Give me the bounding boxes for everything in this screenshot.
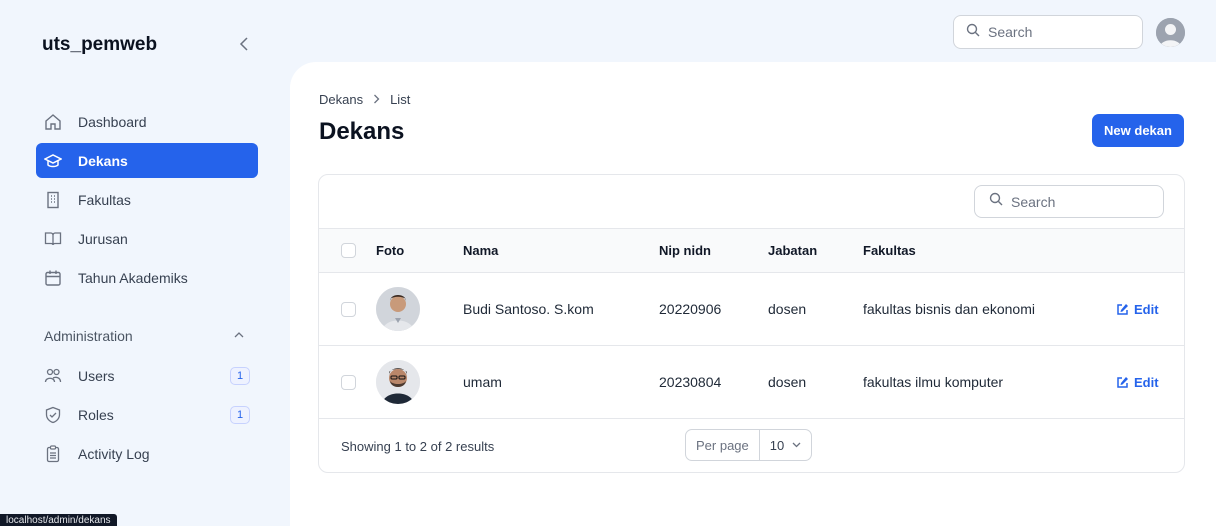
column-fakultas[interactable]: Fakultas [863, 229, 916, 272]
results-summary: Showing 1 to 2 of 2 results [341, 438, 495, 454]
per-page-value[interactable]: 10 [760, 438, 811, 453]
edit-icon [1116, 303, 1129, 316]
edit-label: Edit [1134, 374, 1159, 390]
sidebar-item-fakultas[interactable]: Fakultas [36, 182, 258, 217]
count-badge: 1 [230, 405, 250, 424]
building-icon [44, 191, 62, 209]
clipboard-icon [44, 444, 62, 463]
sidebar-item-label: Dashboard [78, 113, 147, 130]
row-checkbox[interactable] [341, 301, 356, 317]
sidebar-item-tahun-akademiks[interactable]: Tahun Akademiks [36, 260, 258, 295]
breadcrumb: Dekans List [319, 92, 410, 107]
cell-jabatan: dosen [768, 374, 807, 390]
sidebar-item-label: Users [78, 367, 115, 384]
global-search-input[interactable] [988, 24, 1128, 40]
status-bar-url: localhost/admin/dekans [0, 514, 117, 526]
table-search[interactable] [974, 185, 1164, 218]
count-badge: 1 [230, 366, 250, 385]
table-footer: Showing 1 to 2 of 2 results Per page 10 [319, 419, 1184, 472]
sidebar-item-roles[interactable]: Roles 1 [36, 397, 258, 432]
column-nip-nidn[interactable]: Nip nidn [659, 229, 711, 272]
breadcrumb-parent[interactable]: Dekans [319, 92, 363, 107]
user-avatar[interactable] [1156, 18, 1185, 47]
chevron-down-icon [792, 440, 801, 451]
select-all-checkbox[interactable] [341, 243, 356, 258]
sidebar-item-label: Jurusan [78, 230, 128, 247]
cell-fakultas: fakultas bisnis dan ekonomi [863, 301, 1035, 317]
sidebar-item-label: Activity Log [78, 445, 150, 462]
home-icon [44, 113, 62, 131]
sidebar-item-label: Dekans [78, 152, 128, 169]
per-page-value-text: 10 [769, 437, 785, 453]
new-dekan-button[interactable]: New dekan [1092, 114, 1184, 147]
users-icon [44, 367, 62, 385]
collapse-sidebar-icon[interactable] [236, 36, 252, 56]
dekan-photo [376, 287, 420, 331]
global-search[interactable] [953, 15, 1143, 49]
cell-nip-nidn: 20230804 [659, 374, 722, 390]
per-page-select[interactable]: Per page 10 [685, 429, 813, 461]
edit-label: Edit [1134, 301, 1159, 317]
chevron-up-icon[interactable] [234, 330, 244, 342]
sidebar-item-users[interactable]: Users 1 [36, 358, 258, 393]
column-jabatan[interactable]: Jabatan [768, 229, 817, 272]
edit-button[interactable]: Edit [1116, 302, 1159, 317]
sidebar-item-jurusan[interactable]: Jurusan [36, 221, 258, 256]
search-icon [966, 23, 980, 42]
cell-fakultas: fakultas ilmu komputer [863, 374, 1004, 390]
nav-group-administration[interactable]: Administration [44, 328, 133, 344]
sidebar-item-dekans[interactable]: Dekans [36, 143, 258, 178]
edit-button[interactable]: Edit [1116, 375, 1159, 390]
table-search-input[interactable] [1011, 193, 1151, 210]
column-nama[interactable]: Nama [463, 229, 498, 272]
cell-jabatan: dosen [768, 301, 807, 317]
per-page-label: Per page [686, 430, 760, 460]
table-toolbar [319, 175, 1184, 229]
search-icon [989, 192, 1003, 211]
book-icon [44, 230, 62, 248]
brand-name[interactable]: uts_pemweb [42, 34, 157, 56]
table-row[interactable]: Budi Santoso. S.kom 20220906 dosen fakul… [319, 273, 1184, 346]
column-foto: Foto [376, 243, 405, 258]
cell-nama: Budi Santoso. S.kom [463, 301, 594, 317]
sidebar-item-label: Tahun Akademiks [78, 269, 188, 286]
calendar-icon [44, 269, 62, 287]
chevron-right-icon [373, 93, 380, 107]
row-checkbox[interactable] [341, 374, 356, 390]
sidebar-item-activity-log[interactable]: Activity Log [36, 436, 258, 471]
table-header: Foto Nama Nip nidn Jabatan Fakultas [319, 229, 1184, 273]
sidebar-item-dashboard[interactable]: Dashboard [36, 104, 258, 139]
table-row[interactable]: umam 20230804 dosen fakultas ilmu komput… [319, 346, 1184, 419]
admin-nav: Users 1 Roles 1 Activity Log [36, 358, 258, 475]
sidebar-item-label: Roles [78, 406, 114, 423]
main-content: Dekans List Dekans New dekan Foto Nama N… [290, 62, 1216, 526]
dekans-table-card: Foto Nama Nip nidn Jabatan Fakultas Budi… [318, 174, 1185, 473]
sidebar: uts_pemweb Dashboard Dekans Fakultas Jur… [0, 0, 290, 526]
cell-nama: umam [463, 374, 502, 390]
breadcrumb-current: List [390, 92, 411, 107]
dekan-photo [376, 360, 420, 404]
edit-icon [1116, 376, 1129, 389]
graduation-cap-icon [44, 152, 62, 170]
cell-nip-nidn: 20220906 [659, 301, 722, 317]
sidebar-item-label: Fakultas [78, 191, 131, 208]
main-nav: Dashboard Dekans Fakultas Jurusan Tahun … [36, 104, 258, 299]
shield-check-icon [44, 406, 62, 424]
page-title: Dekans [319, 118, 405, 145]
